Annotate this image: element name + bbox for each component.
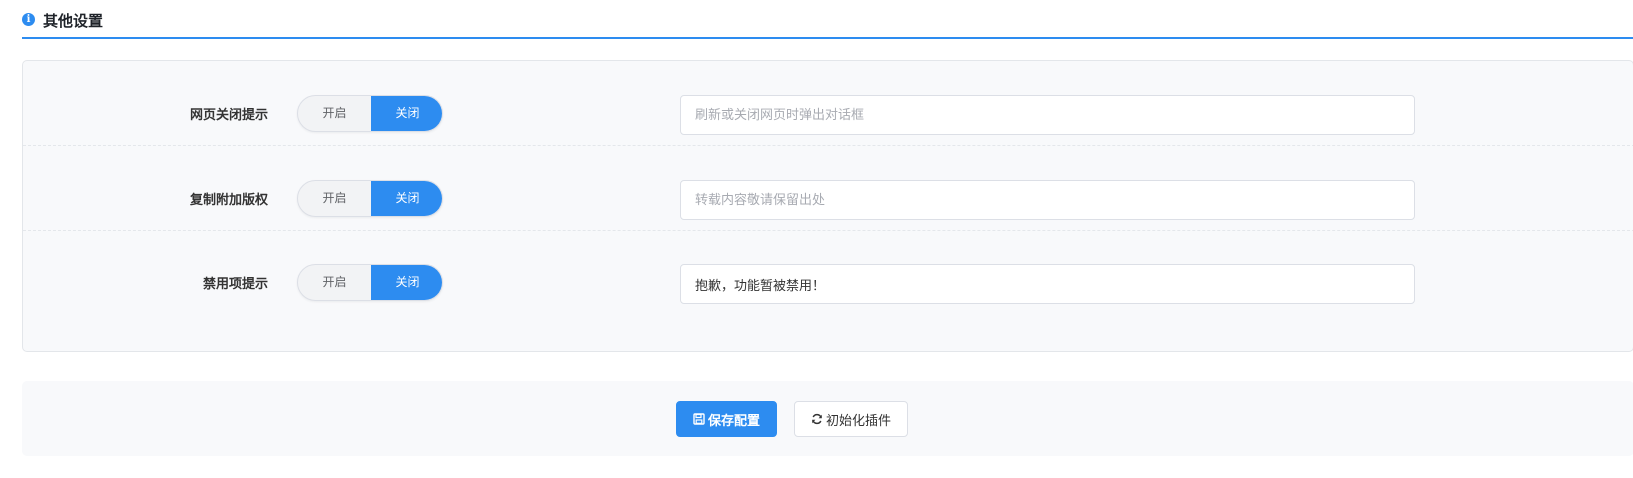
init-plugin-button[interactable]: 初始化插件: [794, 401, 908, 437]
setting-label: 禁用项提示: [202, 277, 268, 292]
save-config-button[interactable]: 保存配置: [676, 401, 777, 437]
toggle-off-option[interactable]: 关闭: [371, 96, 442, 131]
refresh-icon: [811, 413, 823, 425]
disabled-prompt-input[interactable]: [680, 264, 1415, 304]
toggle-on-option[interactable]: 开启: [298, 181, 371, 216]
toggle-on-option[interactable]: 开启: [298, 96, 371, 131]
setting-label: 网页关闭提示: [189, 108, 268, 123]
setting-row-close-prompt: 网页关闭提示 开启 关闭: [23, 61, 1633, 146]
setting-row-disabled-prompt: 禁用项提示 开启 关闭: [23, 230, 1633, 315]
toggle-off-option[interactable]: 关闭: [371, 265, 442, 300]
copyright-text-input[interactable]: [680, 180, 1415, 220]
info-circle-icon: i: [22, 13, 35, 26]
on-off-toggle[interactable]: 开启 关闭: [297, 95, 443, 132]
action-footer: 保存配置 初始化插件: [22, 381, 1633, 456]
save-config-label: 保存配置: [707, 413, 760, 429]
on-off-toggle[interactable]: 开启 关闭: [297, 264, 443, 301]
settings-panel: 网页关闭提示 开启 关闭 复制附加版权 开启 关闭 禁用项提示 开启 关闭: [22, 60, 1633, 352]
setting-label: 复制附加版权: [189, 193, 268, 208]
setting-row-copy-copyright: 复制附加版权 开启 关闭: [23, 146, 1633, 231]
floppy-disk-icon: [693, 413, 705, 425]
toggle-on-option[interactable]: 开启: [298, 265, 371, 300]
section-header: i 其他设置: [22, 0, 1633, 39]
init-plugin-label: 初始化插件: [825, 413, 891, 429]
section-title: 其他设置: [43, 12, 104, 30]
toggle-off-option[interactable]: 关闭: [371, 181, 442, 216]
on-off-toggle[interactable]: 开启 关闭: [297, 180, 443, 217]
close-prompt-input[interactable]: [680, 95, 1415, 135]
